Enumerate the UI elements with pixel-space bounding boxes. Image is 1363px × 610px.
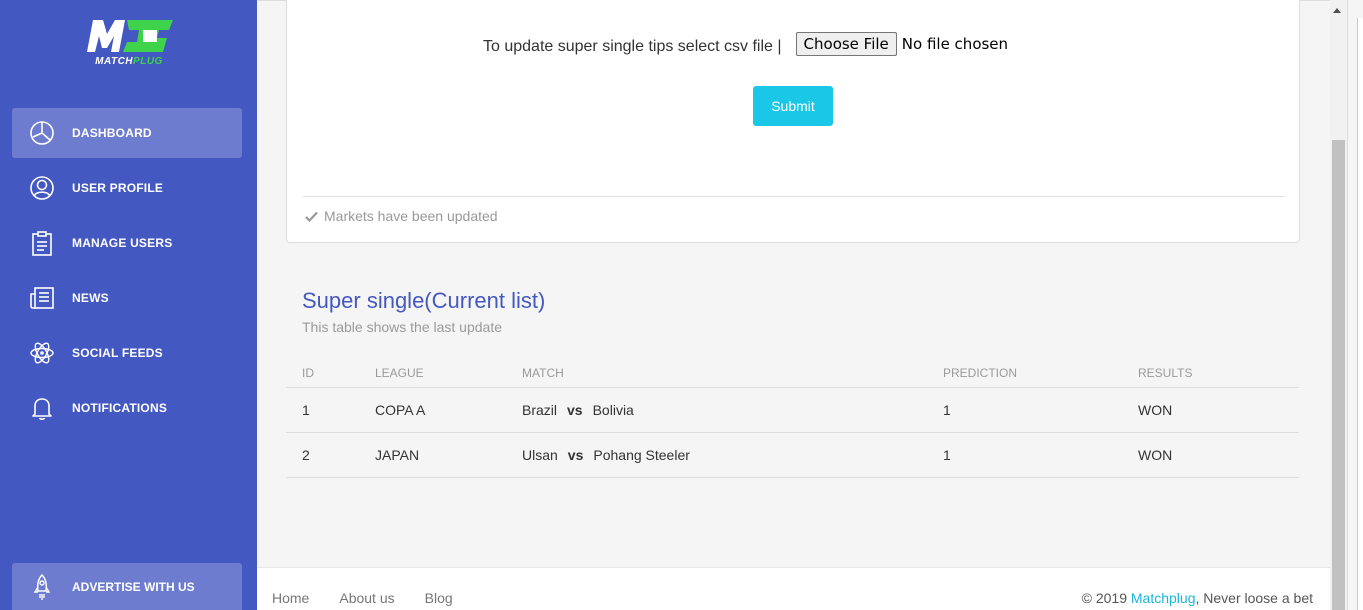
newspaper-icon xyxy=(28,284,56,312)
cell-league: JAPAN xyxy=(375,447,420,463)
sidebar-item-label: ADVERTISE WITH US xyxy=(72,579,195,594)
away-team: Bolivia xyxy=(592,402,634,418)
vs-label: vs xyxy=(567,402,583,418)
bell-icon xyxy=(28,394,56,422)
cell-id: 1 xyxy=(302,402,310,418)
user-icon xyxy=(28,174,56,202)
home-team: Ulsan xyxy=(522,447,558,463)
cell-match: Brazil vs Bolivia xyxy=(522,402,943,418)
cell-id: 2 xyxy=(302,447,310,463)
copyright-brand-link[interactable]: Matchplug xyxy=(1131,590,1196,606)
sidebar-item-news[interactable]: NEWS xyxy=(12,273,242,323)
upload-label: To update super single tips select csv f… xyxy=(483,38,782,55)
submit-button[interactable]: Submit xyxy=(753,86,833,126)
rocket-icon xyxy=(28,573,56,601)
column-header-prediction: PREDICTION xyxy=(943,365,1018,380)
pie-chart-icon xyxy=(28,119,56,147)
sidebar-nav: DASHBOARD USER PROFILE MANAGE USERS NEWS… xyxy=(12,108,242,438)
sidebar-item-label: SOCIAL FEEDS xyxy=(72,346,163,360)
file-status-text: No file chosen xyxy=(901,35,1009,53)
cell-match: Ulsan vs Pohang Steeler xyxy=(522,447,943,463)
vs-label: vs xyxy=(567,447,584,463)
sidebar-item-user-profile[interactable]: USER PROFILE xyxy=(12,163,242,213)
check-icon xyxy=(305,211,318,222)
cell-prediction: 1 xyxy=(943,402,951,418)
sidebar-item-manage-users[interactable]: MANAGE USERS xyxy=(12,218,242,268)
sidebar-item-social-feeds[interactable]: SOCIAL FEEDS xyxy=(12,328,242,378)
sidebar-item-label: USER PROFILE xyxy=(72,181,164,195)
atom-icon xyxy=(28,339,56,367)
page-footer: Home About us Blog © 2019 Matchplug, Nev… xyxy=(257,567,1330,610)
sidebar-item-dashboard[interactable]: DASHBOARD xyxy=(12,108,242,158)
table-header: ID LEAGUE MATCH PREDICTION RESULTS xyxy=(286,358,1299,388)
footer-link-home[interactable]: Home xyxy=(272,590,309,606)
table-row: 1 COPA A Brazil vs Bolivia 1 WON xyxy=(286,388,1299,433)
sidebar: MATCHPLUG DASHBOARD USER PROFILE MANAGE … xyxy=(0,0,257,610)
footer-link-about[interactable]: About us xyxy=(339,590,394,606)
super-single-table: ID LEAGUE MATCH PREDICTION RESULTS 1 COP… xyxy=(286,358,1299,478)
cell-result: WON xyxy=(1138,402,1173,418)
cell-result: WON xyxy=(1138,447,1173,463)
sidebar-item-notifications[interactable]: NOTIFICATIONS xyxy=(12,383,242,433)
scroll-up-arrow-icon[interactable] xyxy=(1333,8,1341,13)
status-text: Markets have been updated xyxy=(324,208,498,224)
choose-file-button[interactable]: Choose File xyxy=(795,32,897,56)
sidebar-item-label: DASHBOARD xyxy=(72,126,152,140)
cell-league: COPA A xyxy=(375,402,426,418)
column-header-league: LEAGUE xyxy=(375,365,424,380)
card-divider xyxy=(303,196,1285,197)
sidebar-item-label: NOTIFICATIONS xyxy=(72,401,168,415)
logo-wordmark: MATCHPLUG xyxy=(95,56,163,67)
table-row: 2 JAPAN Ulsan vs Pohang Steeler 1 WON xyxy=(286,433,1299,478)
section-title: Super single(Current list) xyxy=(302,288,546,313)
footer-link-blog[interactable]: Blog xyxy=(425,590,453,606)
matchplug-logo[interactable]: MATCHPLUG xyxy=(83,16,175,74)
column-header-id: ID xyxy=(302,365,314,380)
logo-mark-icon xyxy=(87,20,173,52)
clipboard-icon xyxy=(28,229,56,257)
upload-row: To update super single tips select csv f… xyxy=(483,32,1008,56)
sidebar-item-label: MANAGE USERS xyxy=(72,236,173,250)
footer-links: Home About us Blog xyxy=(272,590,483,606)
copyright: © 2019 Matchplug, Never loose a bet xyxy=(1081,590,1313,606)
sidebar-item-advertise[interactable]: ADVERTISE WITH US xyxy=(12,563,242,610)
away-team: Pohang Steeler xyxy=(593,447,690,463)
upload-card: To update super single tips select csv f… xyxy=(286,0,1300,243)
home-team: Brazil xyxy=(522,402,558,418)
column-header-match: MATCH xyxy=(522,365,564,380)
window-right-edge xyxy=(1347,0,1363,610)
card-footer-status: Markets have been updated xyxy=(305,208,498,224)
scrollbar-thumb[interactable] xyxy=(1332,140,1345,610)
sidebar-item-label: NEWS xyxy=(72,291,109,305)
cell-prediction: 1 xyxy=(943,447,951,463)
section-subtitle: This table shows the last update xyxy=(302,319,503,335)
column-header-results: RESULTS xyxy=(1138,365,1193,380)
